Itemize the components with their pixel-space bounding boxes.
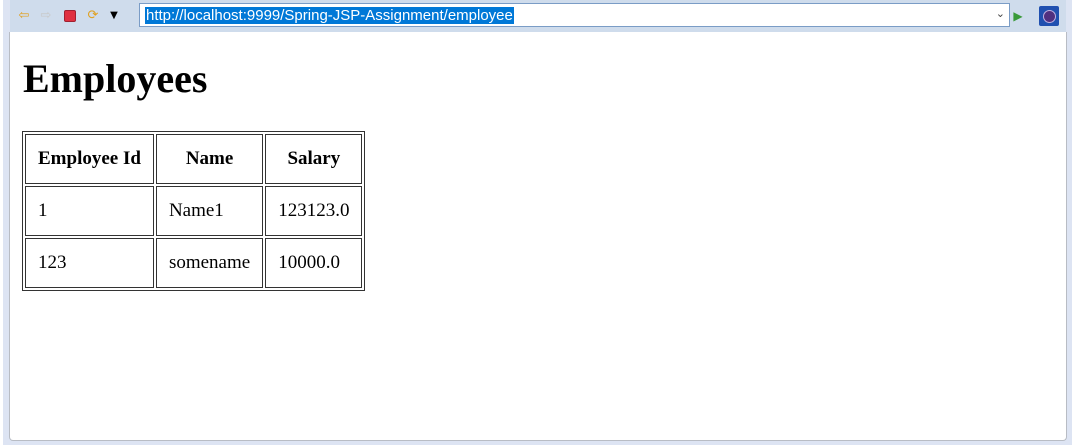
menu-dropdown-icon[interactable]: ▼ [106, 8, 122, 24]
page-content: Employees Employee Id Name Salary 1 Name… [9, 32, 1067, 441]
table-row: 1 Name1 123123.0 [25, 186, 363, 236]
header-name: Name [155, 134, 264, 184]
refresh-icon[interactable]: ⟳ [85, 8, 101, 24]
page-title: Employees [23, 56, 208, 101]
browser-toolbar: ⇦ ⇨ ⟳ ▼ http://localhost:9999/Spring-JSP… [10, 0, 1066, 32]
go-icon[interactable]: ▶ [1010, 8, 1026, 24]
cell-employee-id: 1 [25, 186, 154, 236]
cell-name: somename [155, 238, 264, 288]
url-text: http://localhost:9999/Spring-JSP-Assignm… [145, 7, 514, 24]
chevron-down-icon[interactable]: ⌄ [996, 7, 1005, 20]
cell-employee-id: 123 [25, 238, 154, 288]
header-salary: Salary [265, 134, 363, 184]
url-input[interactable]: http://localhost:9999/Spring-JSP-Assignm… [139, 3, 1010, 27]
stop-icon[interactable] [62, 8, 78, 24]
cell-salary: 123123.0 [265, 186, 363, 236]
forward-icon[interactable]: ⇨ [38, 8, 54, 24]
eclipse-browser-icon[interactable] [1039, 6, 1059, 26]
employees-table: Employee Id Name Salary 1 Name1 123123.0… [22, 131, 366, 291]
back-icon[interactable]: ⇦ [16, 8, 32, 24]
cell-name: Name1 [155, 186, 264, 236]
table-row: 123 somename 10000.0 [25, 238, 363, 288]
header-employee-id: Employee Id [25, 134, 154, 184]
table-header-row: Employee Id Name Salary [25, 134, 363, 184]
cell-salary: 10000.0 [265, 238, 363, 288]
